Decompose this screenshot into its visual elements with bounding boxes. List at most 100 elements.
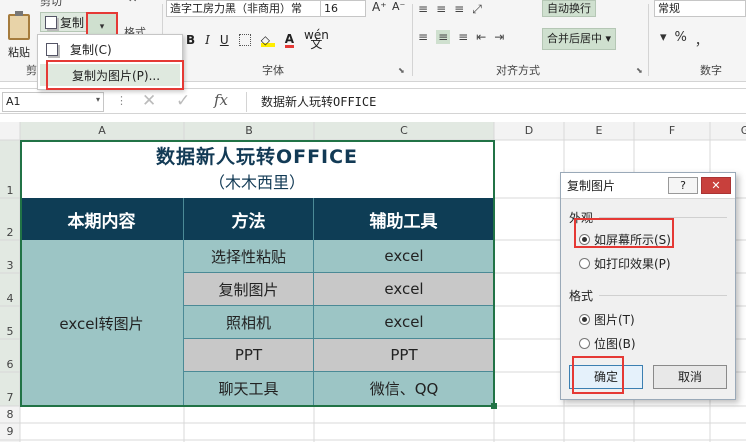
align-right-icon[interactable]: ≡ bbox=[458, 30, 468, 44]
copy-icon bbox=[46, 42, 58, 56]
alignment-dialog-launcher-icon[interactable]: ⬊ bbox=[636, 66, 643, 75]
number-buttons-row: ▾ % ， bbox=[660, 30, 708, 49]
cancel-button[interactable]: 取消 bbox=[653, 365, 727, 389]
merged-content-cell[interactable]: excel转图片 bbox=[20, 240, 184, 406]
copy-button[interactable]: 复制 bbox=[40, 12, 90, 32]
row-header-1[interactable]: 1 bbox=[0, 184, 20, 197]
fill-color-icon[interactable]: ◇ bbox=[260, 33, 275, 47]
table-cell-method[interactable]: 聊天工具 bbox=[184, 372, 314, 406]
align-middle-icon[interactable]: ≡ bbox=[436, 2, 446, 17]
row-header-4[interactable]: 4 bbox=[0, 292, 20, 305]
column-header-b[interactable]: B bbox=[184, 122, 314, 140]
column-header-d[interactable]: D bbox=[494, 122, 564, 140]
group-divider bbox=[412, 4, 413, 76]
row-header-8[interactable]: 8 bbox=[0, 408, 20, 421]
table-cell-method[interactable]: PPT bbox=[184, 339, 314, 372]
comma-style-button[interactable]: ， bbox=[695, 30, 708, 49]
radio-picture[interactable]: 图片(T) bbox=[579, 311, 635, 328]
table-cell-tool[interactable]: excel bbox=[314, 273, 494, 306]
font-color-button[interactable]: A bbox=[284, 33, 294, 48]
font-dialog-launcher-icon[interactable]: ⬊ bbox=[398, 66, 405, 75]
table-cell-tool[interactable]: excel bbox=[314, 240, 494, 273]
column-header-f[interactable]: F bbox=[634, 122, 710, 140]
column-header-a[interactable]: A bbox=[20, 122, 184, 140]
table-cell-tool[interactable]: excel bbox=[314, 306, 494, 339]
chevron-up-icon[interactable]: ⌃ bbox=[126, 0, 139, 13]
merge-center-button[interactable]: 合并后居中 ▾ bbox=[542, 28, 617, 50]
table-cell-tool[interactable]: 微信、QQ bbox=[314, 372, 494, 406]
group-divider bbox=[648, 4, 649, 76]
borders-icon[interactable] bbox=[238, 34, 251, 46]
help-button[interactable]: ? bbox=[668, 177, 698, 194]
radio-as-shown-when-printed[interactable]: 如打印效果(P) bbox=[579, 255, 671, 272]
table-cell-method[interactable]: 选择性粘贴 bbox=[184, 240, 314, 273]
name-box[interactable]: A1 bbox=[2, 92, 104, 112]
divider bbox=[599, 217, 727, 218]
copy-dropdown-menu: 复制(C) 复制为图片(P)... bbox=[37, 34, 183, 90]
row-header-5[interactable]: 5 bbox=[0, 325, 20, 338]
align-left-icon[interactable]: ≡ bbox=[418, 30, 428, 44]
column-header-e[interactable]: E bbox=[564, 122, 634, 140]
table-cell-method[interactable]: 照相机 bbox=[184, 306, 314, 339]
currency-dropdown-icon[interactable]: ▾ bbox=[660, 30, 667, 49]
grow-font-button[interactable]: A⁺ bbox=[372, 0, 387, 14]
alignment-group-label: 对齐方式 bbox=[496, 64, 540, 77]
menu-item-copy[interactable]: 复制(C) bbox=[40, 38, 180, 60]
table-cell-method[interactable]: 复制图片 bbox=[184, 273, 314, 306]
cancel-edit-icon[interactable]: ✕ bbox=[142, 91, 156, 111]
divider bbox=[599, 295, 727, 296]
chevron-down-icon: ▾ bbox=[99, 22, 105, 32]
align-bottom-icon[interactable]: ≡ bbox=[454, 2, 464, 17]
appearance-label: 外观 bbox=[569, 211, 594, 225]
insert-function-icon[interactable]: fx bbox=[214, 91, 228, 109]
number-format-select[interactable]: 常规 bbox=[654, 0, 746, 17]
column-header-c[interactable]: C bbox=[314, 122, 494, 140]
paste-label: 粘贴 bbox=[8, 46, 30, 59]
row-header-3[interactable]: 3 bbox=[0, 259, 20, 272]
column-header-g[interactable]: G bbox=[710, 122, 746, 140]
copy-picture-dialog: 复制图片 ? ✕ 外观 如屏幕所示(S) 如打印效果(P) 格式 图片(T) 位… bbox=[560, 172, 736, 400]
radio-bitmap[interactable]: 位图(B) bbox=[579, 335, 636, 352]
row-header-6[interactable]: 6 bbox=[0, 358, 20, 371]
fill-handle[interactable] bbox=[491, 403, 497, 409]
cut-button[interactable]: 剪切 bbox=[40, 0, 62, 9]
row-header-7[interactable]: 7 bbox=[0, 391, 20, 404]
chevron-down-icon[interactable]: ▾ bbox=[96, 95, 100, 104]
header-content[interactable]: 本期内容 bbox=[20, 198, 184, 240]
wrap-text-button[interactable]: 自动换行 bbox=[542, 0, 596, 17]
font-name-select[interactable]: 造字工房力黑（非商用）常 bbox=[166, 0, 346, 17]
phonetic-icon[interactable]: wén 文 bbox=[304, 29, 329, 50]
italic-button[interactable]: I bbox=[205, 33, 210, 47]
row-header-9[interactable]: 9 bbox=[0, 425, 20, 438]
confirm-edit-icon[interactable]: ✓ bbox=[176, 91, 190, 111]
font-group-label: 字体 bbox=[262, 64, 284, 77]
more-icon[interactable]: ⋮ bbox=[116, 94, 127, 107]
percent-button[interactable]: % bbox=[675, 30, 687, 49]
indent-increase-icon[interactable]: ⇥ bbox=[494, 30, 504, 44]
font-size-select[interactable]: 16 bbox=[320, 0, 366, 17]
row-header-2[interactable]: 2 bbox=[0, 226, 20, 239]
orientation-icon[interactable]: ⤢ bbox=[472, 2, 482, 17]
align-center-icon[interactable]: ≡ bbox=[436, 30, 451, 44]
number-group-label: 数字 bbox=[700, 64, 722, 77]
header-method[interactable]: 方法 bbox=[184, 198, 314, 240]
header-tool[interactable]: 辅助工具 bbox=[314, 198, 494, 240]
formula-input[interactable]: 数据新人玩转OFFICE bbox=[246, 92, 746, 112]
radio-unselected-icon bbox=[579, 258, 590, 269]
title-block[interactable]: 数据新人玩转OFFICE （木木西里） bbox=[20, 141, 494, 198]
ok-button[interactable]: 确定 bbox=[569, 365, 643, 389]
table-cell-tool[interactable]: PPT bbox=[314, 339, 494, 372]
format-label: 格式 bbox=[569, 289, 594, 303]
shrink-font-button[interactable]: A⁻ bbox=[392, 0, 405, 13]
table-title: 数据新人玩转OFFICE bbox=[155, 145, 359, 168]
menu-item-copy-as-picture[interactable]: 复制为图片(P)... bbox=[40, 64, 180, 86]
align-top-icon[interactable]: ≡ bbox=[418, 2, 428, 17]
paste-button[interactable]: 粘贴 bbox=[2, 2, 36, 60]
indent-decrease-icon[interactable]: ⇤ bbox=[476, 30, 486, 44]
radio-unselected-icon bbox=[579, 338, 590, 349]
menu-item-copy-as-picture-label: 复制为图片(P)... bbox=[72, 68, 161, 83]
underline-button[interactable]: U bbox=[220, 33, 229, 47]
close-button[interactable]: ✕ bbox=[701, 177, 731, 194]
bold-button[interactable]: B bbox=[186, 33, 195, 47]
radio-as-shown-on-screen[interactable]: 如屏幕所示(S) bbox=[579, 231, 671, 248]
